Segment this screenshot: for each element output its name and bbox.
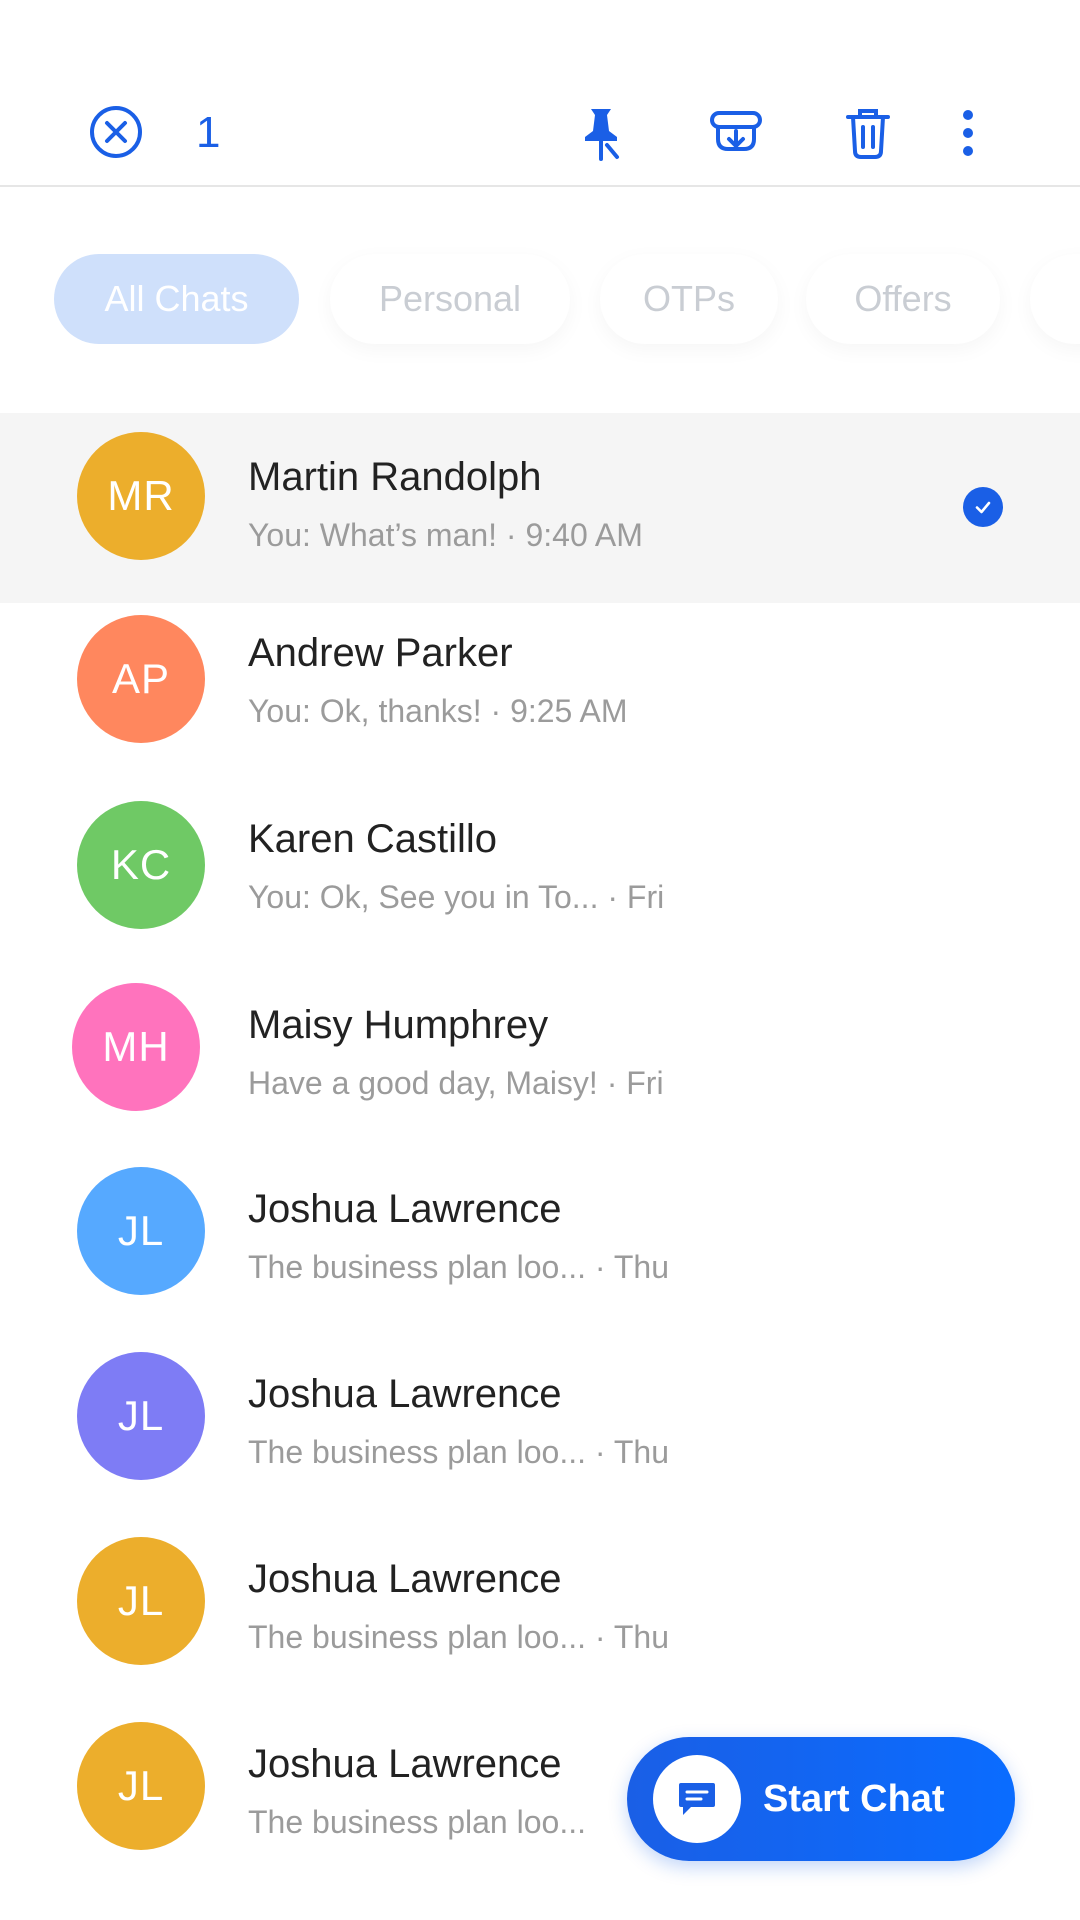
chat-list-item[interactable]: KC Karen Castillo You: Ok, See you in To… [0, 793, 1080, 983]
contact-name: Joshua Lawrence [248, 1557, 562, 1601]
message-preview: You: What’s man! · 9:40 AM [248, 517, 643, 553]
filter-chip-offers[interactable]: Offers [806, 254, 1000, 344]
avatar-initials: MH [102, 1023, 170, 1070]
filter-chip-personal[interactable]: Personal [330, 254, 570, 344]
avatar-initials: JL [117, 1762, 165, 1809]
avatar: JL [77, 1537, 205, 1665]
chat-filter-tabs: All Chats Personal OTPs Offers T [0, 222, 1080, 372]
avatar: AP [77, 615, 205, 743]
contact-name: Joshua Lawrence [248, 1742, 562, 1786]
chat-list-item[interactable]: JL Joshua Lawrence The business plan loo… [0, 1167, 1080, 1363]
filter-chip-otps[interactable]: OTPs [600, 254, 778, 344]
trash-icon[interactable] [840, 105, 896, 161]
contact-name: Martin Randolph [248, 455, 542, 499]
avatar: JL [77, 1167, 205, 1295]
chat-bubble-icon [653, 1755, 741, 1843]
message-preview: Have a good day, Maisy! · Fri [248, 1065, 664, 1101]
filter-chip-all-chats[interactable]: All Chats [54, 254, 299, 344]
chat-list-item[interactable]: MR Martin Randolph You: What’s man! · 9:… [0, 413, 1080, 603]
avatar-initials: JL [117, 1392, 165, 1439]
selected-check-icon [963, 487, 1003, 527]
more-vertical-icon[interactable] [940, 105, 996, 161]
avatar: MR [77, 432, 205, 560]
selection-action-bar: 1 [0, 0, 1080, 187]
avatar-initials: AP [111, 655, 171, 702]
avatar-initials: MR [107, 472, 175, 519]
avatar-initials: JL [117, 1207, 165, 1254]
chat-list-item[interactable]: JL Joshua Lawrence The business plan loo… [0, 1352, 1080, 1548]
avatar: KC [77, 801, 205, 929]
chat-list-item[interactable]: AP Andrew Parker You: Ok, thanks! · 9:25… [0, 603, 1080, 793]
close-circle-icon[interactable] [88, 104, 144, 160]
archive-icon[interactable] [708, 105, 764, 161]
contact-name: Maisy Humphrey [248, 1003, 549, 1047]
filter-chip-partial[interactable]: T [1030, 254, 1080, 344]
chat-list-item[interactable]: JL Joshua Lawrence The business plan loo… [0, 1537, 1080, 1733]
message-preview: You: Ok, thanks! · 9:25 AM [248, 693, 628, 729]
pin-icon[interactable] [573, 105, 629, 161]
avatar-initials: KC [110, 841, 172, 888]
contact-name: Joshua Lawrence [248, 1187, 562, 1231]
start-chat-label: Start Chat [763, 1777, 945, 1820]
message-preview: The business plan loo... · Thu [248, 1249, 669, 1285]
start-chat-button[interactable]: Start Chat [627, 1737, 1015, 1861]
avatar: JL [77, 1352, 205, 1480]
contact-name: Andrew Parker [248, 631, 513, 675]
avatar-initials: JL [117, 1577, 165, 1624]
selected-count: 1 [196, 108, 221, 157]
message-preview: The business plan loo... · Thu [248, 1619, 669, 1655]
message-preview: You: Ok, See you in To... · Fri [248, 879, 665, 915]
contact-name: Joshua Lawrence [248, 1372, 562, 1416]
message-preview: The business plan loo... [248, 1804, 586, 1840]
avatar: JL [77, 1722, 205, 1850]
contact-name: Karen Castillo [248, 817, 498, 861]
chat-list-item[interactable]: MH Maisy Humphrey Have a good day, Maisy… [0, 983, 1080, 1173]
message-preview: The business plan loo... · Thu [248, 1434, 669, 1470]
avatar: MH [72, 983, 200, 1111]
